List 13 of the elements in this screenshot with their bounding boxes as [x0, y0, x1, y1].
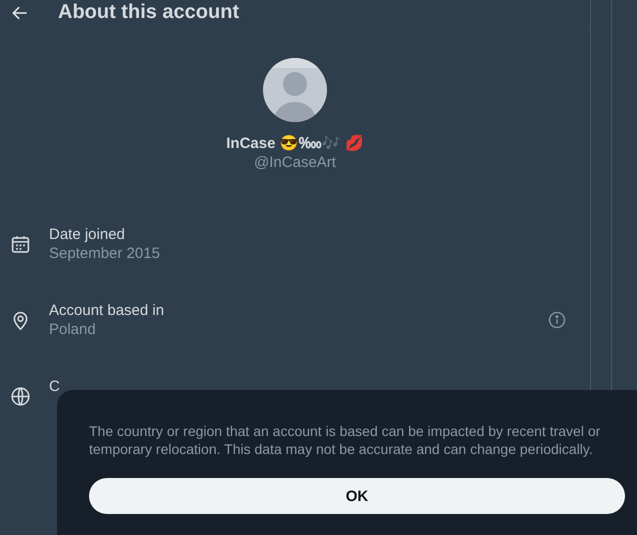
calendar-icon — [10, 234, 31, 254]
popover-text: The country or region that an account is based can be impacted by recent travel or temporary relocation. This data may not be accurate and can change periodically. — [89, 422, 602, 458]
row-value: September 2015 — [49, 245, 161, 262]
account-name: InCase 😎‱🎶 💋 — [226, 134, 364, 152]
row-label: C — [49, 378, 61, 395]
info-icon[interactable] — [548, 311, 566, 329]
account-handle: @InCaseArt — [254, 154, 336, 171]
ok-button[interactable]: OK — [89, 478, 625, 514]
row-label: Date joined — [49, 226, 126, 243]
row-value: Poland — [49, 321, 97, 338]
globe-icon — [10, 386, 31, 406]
row-label: Account based in — [49, 302, 166, 319]
page-title: About this account — [58, 1, 240, 24]
